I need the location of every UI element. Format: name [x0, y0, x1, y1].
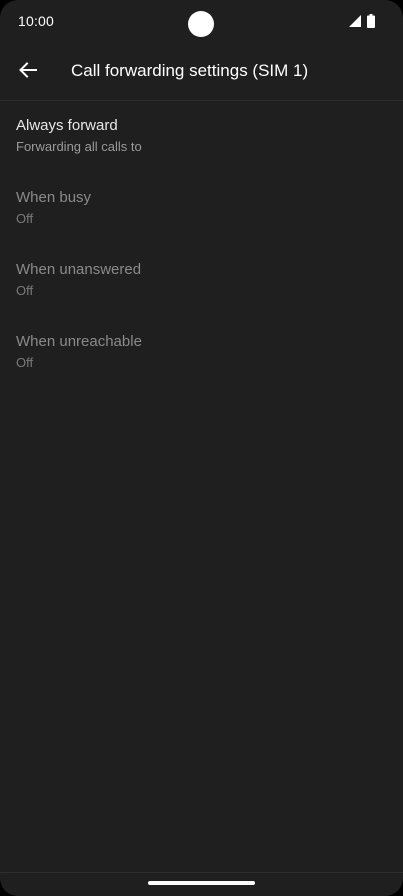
- front-camera-cutout: [188, 11, 214, 37]
- signal-icon: [349, 15, 361, 27]
- when-busy-item[interactable]: When busy Off: [0, 173, 403, 245]
- page-title: Call forwarding settings (SIM 1): [71, 61, 309, 80]
- item-title: When unanswered: [16, 261, 142, 278]
- item-title: Always forward: [16, 117, 118, 134]
- call-forwarding-list: Always forward Forwarding all calls to W…: [0, 101, 403, 389]
- always-forward-item[interactable]: Always forward Forwarding all calls to: [0, 101, 403, 173]
- app-bar: Call forwarding settings (SIM 1): [0, 44, 403, 101]
- status-bar: 10:00: [0, 0, 403, 44]
- status-time: 10:00: [18, 13, 55, 29]
- arrow-back-icon: [19, 62, 37, 78]
- battery-icon: [367, 14, 375, 28]
- back-button[interactable]: [8, 50, 48, 90]
- home-gesture-handle[interactable]: [148, 881, 255, 885]
- item-title: When busy: [16, 189, 92, 206]
- when-unreachable-item[interactable]: When unreachable Off: [0, 317, 403, 389]
- navigation-bar-divider: [0, 872, 403, 873]
- phone-screen: 10:00 Call forwarding settings (SIM 1) A…: [0, 0, 403, 896]
- when-unanswered-item[interactable]: When unanswered Off: [0, 245, 403, 317]
- item-title: When unreachable: [16, 333, 142, 350]
- item-summary: Off: [16, 355, 34, 370]
- item-summary: Off: [16, 211, 34, 226]
- item-summary: Forwarding all calls to: [16, 139, 142, 154]
- item-summary: Off: [16, 283, 34, 298]
